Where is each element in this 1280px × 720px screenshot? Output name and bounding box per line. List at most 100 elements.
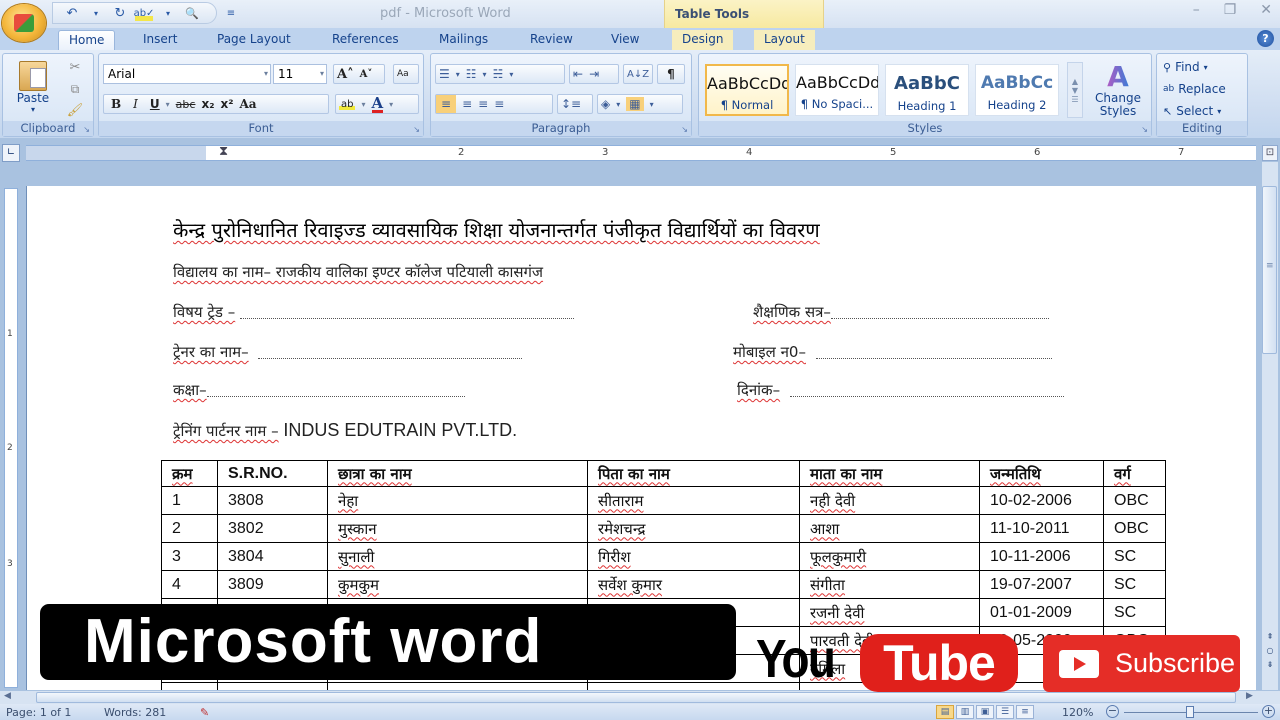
numbering-dropdown-icon[interactable]: ▾ xyxy=(483,70,487,79)
zoom-in-button[interactable]: + xyxy=(1262,705,1275,718)
full-screen-reading-icon[interactable]: ▥ xyxy=(956,705,974,719)
previous-page-icon[interactable]: ⇞ xyxy=(1264,630,1276,644)
cell-serial[interactable]: 3 xyxy=(161,542,218,571)
tab-design[interactable]: Design xyxy=(672,30,734,50)
cell-serial[interactable]: 2 xyxy=(161,514,218,543)
cut-icon[interactable]: ✂ xyxy=(65,58,85,76)
tab-page-layout[interactable]: Page Layout xyxy=(207,30,301,50)
draft-view-icon[interactable]: ≡ xyxy=(1016,705,1034,719)
grow-font-icon[interactable]: A˄ xyxy=(337,67,354,82)
cell-mother-name[interactable]: नही देवी xyxy=(799,486,980,515)
shading-icon[interactable]: ◈ xyxy=(601,97,610,111)
bullets-dropdown-icon[interactable]: ▾ xyxy=(456,70,460,79)
web-layout-icon[interactable]: ▣ xyxy=(976,705,994,719)
tab-review[interactable]: Review xyxy=(520,30,583,50)
zoom-out-button[interactable]: − xyxy=(1106,705,1119,718)
blank-field[interactable] xyxy=(830,307,1049,319)
tab-view[interactable]: View xyxy=(601,30,649,50)
cell-student-name[interactable]: नेहा xyxy=(327,486,588,515)
tab-insert[interactable]: Insert xyxy=(133,30,187,50)
paste-button[interactable]: Paste ▾ xyxy=(9,58,57,116)
cell-category[interactable]: OBC xyxy=(1103,486,1166,515)
zoom-level[interactable]: 120% xyxy=(1062,706,1093,719)
cell-student-name[interactable]: मुस्कान xyxy=(327,514,588,543)
style-no-spacing[interactable]: AaBbCcDd ¶ No Spaci... xyxy=(795,64,879,116)
outline-view-icon[interactable]: ☰ xyxy=(996,705,1014,719)
highlight-icon[interactable]: ab xyxy=(339,98,356,110)
spelling-dropdown-icon[interactable]: ▾ xyxy=(159,5,177,21)
vertical-scroll-thumb[interactable]: ≡ xyxy=(1262,186,1277,354)
header-student-name[interactable]: छात्रा का नाम xyxy=(327,460,588,487)
cell-father-name[interactable]: सर्वेश कुमार xyxy=(587,570,800,599)
cell-serial[interactable]: 1 xyxy=(161,486,218,515)
justify-icon[interactable]: ≡ xyxy=(494,97,504,111)
multilevel-dropdown-icon[interactable]: ▾ xyxy=(509,70,513,79)
header-sr-no[interactable]: S.R.NO. xyxy=(217,460,328,487)
cell-mother-name[interactable]: फूलकुमारी xyxy=(799,542,980,571)
cell-sr-no[interactable]: 3808 xyxy=(217,486,328,515)
borders-icon[interactable]: ▦ xyxy=(626,97,644,111)
font-color-icon[interactable]: A xyxy=(371,95,384,113)
cell-dob[interactable]: 10-02-2006 xyxy=(979,486,1104,515)
indent-marker-icon[interactable]: ⧗ xyxy=(219,144,228,159)
cell-category[interactable]: SC xyxy=(1103,542,1166,571)
align-left-icon[interactable]: ≡ xyxy=(436,95,457,113)
cell-mother-name[interactable]: संगीता xyxy=(799,570,980,599)
decrease-indent-icon[interactable]: ⇤ xyxy=(573,67,583,81)
page-indicator[interactable]: Page: 1 of 1 xyxy=(6,706,71,719)
dialog-launcher-icon[interactable]: ↘ xyxy=(83,125,90,134)
font-name-field[interactable]: Arial ▾ xyxy=(103,64,271,84)
dialog-launcher-icon[interactable]: ↘ xyxy=(413,125,420,134)
copy-icon[interactable]: ⧉ xyxy=(65,80,85,98)
change-styles-button[interactable]: A Change Styles xyxy=(1089,58,1147,122)
undo-dropdown-icon[interactable]: ▾ xyxy=(87,5,105,21)
cell-mother-name[interactable]: रजनी देवी xyxy=(799,598,980,627)
more-styles-icon[interactable]: ☰ xyxy=(1071,95,1078,104)
superscript-button[interactable]: x² xyxy=(220,97,233,111)
cell-sr-no[interactable]: 3809 xyxy=(217,570,328,599)
line-spacing-button[interactable]: ↕≡ xyxy=(557,94,593,114)
horizontal-ruler[interactable]: ⧗ 2 3 4 5 6 7 xyxy=(26,144,1256,161)
cell-father-name[interactable]: गिरीश xyxy=(587,542,800,571)
scroll-right-icon[interactable]: ▶ xyxy=(1246,691,1253,701)
cell-father-name[interactable]: रमेशचन्द्र xyxy=(587,514,800,543)
style-heading-1[interactable]: AaBbC Heading 1 xyxy=(885,64,969,116)
blank-field[interactable] xyxy=(815,347,1052,359)
cell-mother-name[interactable]: आशा xyxy=(799,514,980,543)
office-button[interactable] xyxy=(2,4,46,42)
cell-father-name[interactable]: सीताराम xyxy=(587,486,800,515)
header-mother-name[interactable]: माता का नाम xyxy=(799,460,980,487)
bullets-icon[interactable]: ☰ xyxy=(439,67,450,81)
align-right-icon[interactable]: ≡ xyxy=(478,97,488,111)
cell-sr-no[interactable]: 3802 xyxy=(217,514,328,543)
tab-mailings[interactable]: Mailings xyxy=(429,30,498,50)
cell-dob[interactable]: 10-11-2006 xyxy=(979,542,1104,571)
cell-dob[interactable]: 11-10-2011 xyxy=(979,514,1104,543)
cell-category[interactable]: SC xyxy=(1103,598,1166,627)
view-ruler-icon[interactable]: ⊡ xyxy=(1262,145,1278,161)
subscribe-button[interactable]: Subscribe xyxy=(1043,635,1240,692)
format-painter-icon[interactable]: 🖌 xyxy=(65,101,85,119)
subscript-button[interactable]: x₂ xyxy=(201,97,214,111)
select-button[interactable]: ↖ Select ▾ xyxy=(1163,102,1221,120)
blank-field[interactable] xyxy=(258,347,523,359)
tab-selector[interactable]: ∟ xyxy=(2,144,20,162)
multilevel-list-icon[interactable]: ☵ xyxy=(493,67,504,81)
clear-formatting-button[interactable]: Aa xyxy=(393,64,419,84)
header-dob[interactable]: जन्मतिथि xyxy=(979,460,1104,487)
blank-field[interactable] xyxy=(789,385,1064,397)
blank-field[interactable] xyxy=(206,385,465,397)
tab-references[interactable]: References xyxy=(322,30,409,50)
styles-scroll[interactable]: ▲ ▼ ☰ xyxy=(1067,62,1083,118)
change-case-button[interactable]: Aa xyxy=(239,97,256,111)
zoom-slider-handle[interactable] xyxy=(1186,706,1194,718)
cell-sr-no[interactable]: 3804 xyxy=(217,542,328,571)
find-button[interactable]: ⚲ Find ▾ xyxy=(1163,58,1208,76)
word-count[interactable]: Words: 281 xyxy=(104,706,166,719)
undo-icon[interactable]: ↶ xyxy=(63,5,81,21)
next-page-icon[interactable]: ⇟ xyxy=(1264,658,1276,672)
help-icon[interactable]: ? xyxy=(1257,30,1274,47)
dialog-launcher-icon[interactable]: ↘ xyxy=(1141,125,1148,134)
proofing-icon[interactable]: ✎ xyxy=(200,706,209,719)
cell-dob[interactable]: 01-01-2009 xyxy=(979,598,1104,627)
